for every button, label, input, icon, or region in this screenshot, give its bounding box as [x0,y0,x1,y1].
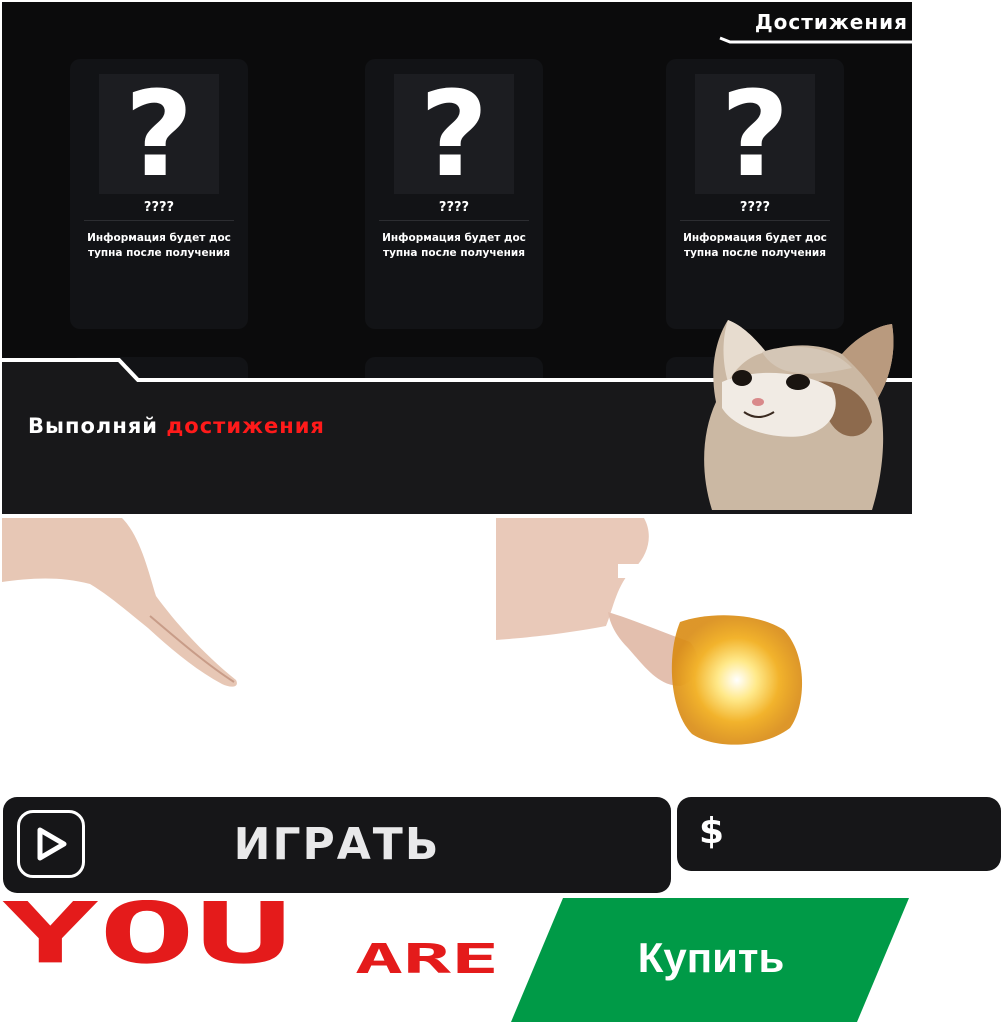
promo-text: Выполняй достижения [28,414,325,438]
cat-sticker [704,320,894,510]
are-text-label: ARE [355,940,499,982]
promo-text-accent: достижения [166,414,325,438]
achievement-card-partial [70,357,248,417]
achievement-card[interactable]: ? ???? Информация будет дос тупна после … [666,59,844,329]
achievement-description: Информация будет дос тупна после получен… [87,232,231,259]
locked-question-icon: ? [99,74,219,194]
promo-text-main: Выполняй [28,414,159,438]
right-hand-image [496,518,803,745]
card-divider [680,220,830,221]
locked-question-icon: ? [394,74,514,194]
play-button[interactable]: ИГРАТЬ [3,797,671,893]
card-divider [379,220,529,221]
achievement-name: ???? [438,200,470,215]
achievement-name: ???? [143,200,175,215]
achievement-card[interactable]: ? ???? Информация будет дос тупна после … [70,59,248,329]
left-hand-image [2,518,237,687]
are-text: ARE [355,940,499,982]
achievement-card[interactable]: ? ???? Информация будет дос тупна после … [365,59,543,329]
achievement-name: ???? [739,200,771,215]
dollar-icon: $ [699,811,725,852]
achievements-panel: Достижения ? ???? Информация будет дос т… [2,2,912,514]
achievement-description: Информация будет дос тупна после получен… [382,232,526,259]
achievement-description: Информация будет дос тупна после получен… [683,232,827,259]
card-divider [84,220,234,221]
buy-button[interactable]: Купить [511,898,911,1022]
you-text: YOU [2,900,292,982]
buy-button-label: Купить [637,934,785,981]
currency-button[interactable]: $ [677,797,1001,871]
play-button-label: ИГРАТЬ [233,819,441,870]
achievement-card-partial [365,357,543,417]
you-text-label: YOU [2,900,292,982]
locked-question-icon: ? [695,74,815,194]
page-title: Достижения [754,10,908,34]
